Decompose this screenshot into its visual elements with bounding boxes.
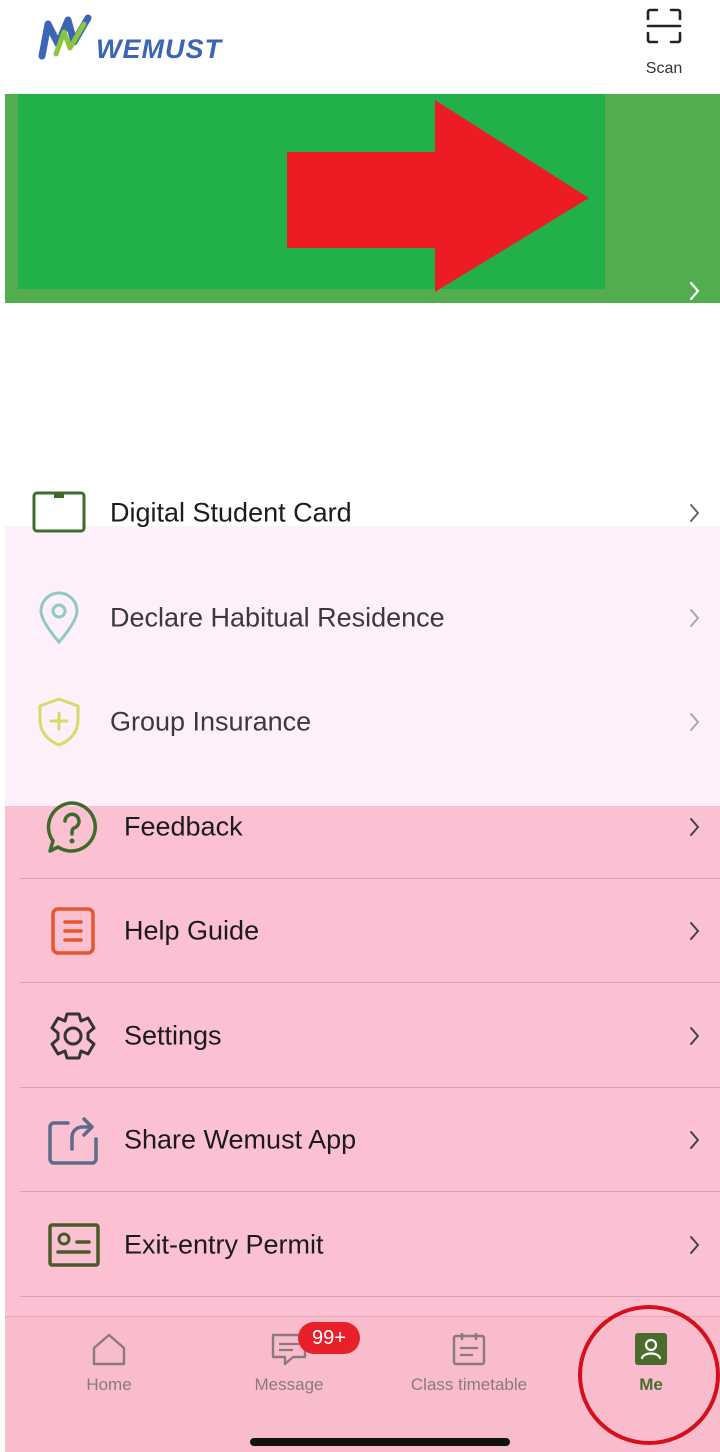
menu-item-label: Settings bbox=[124, 1020, 222, 1051]
chevron-right-icon bbox=[690, 922, 699, 940]
chevron-right-icon bbox=[690, 1236, 699, 1254]
tab-label: Message bbox=[254, 1375, 324, 1394]
gear-icon bbox=[50, 1012, 96, 1060]
menu-item-label: Help Guide bbox=[124, 915, 260, 946]
chevron-right-icon bbox=[690, 1131, 699, 1149]
profile-banner[interactable] bbox=[5, 94, 720, 303]
menu-item-digital-student-card[interactable]: Digital Student Card bbox=[0, 461, 720, 565]
wemust-logo: WEMUST bbox=[38, 14, 238, 66]
menu-divider bbox=[20, 1296, 720, 1297]
tab-label: Home bbox=[86, 1375, 132, 1394]
banner-chevron-icon bbox=[689, 281, 700, 301]
tab-class-timetable[interactable]: Class timetable bbox=[394, 1331, 544, 1395]
menu-item-declare-habitual-residence[interactable]: Declare Habitual Residence bbox=[0, 566, 720, 670]
share-icon bbox=[48, 1117, 98, 1165]
red-arrow-annotation-icon bbox=[287, 100, 589, 292]
menu-item-label: Digital Student Card bbox=[110, 497, 352, 528]
menu-item-exit-entry-permit[interactable]: Exit-entry Permit bbox=[0, 1193, 720, 1297]
home-indicator[interactable] bbox=[250, 1438, 510, 1446]
id-card-icon bbox=[48, 1223, 100, 1267]
menu-item-share-wemust-app[interactable]: Share Wemust App bbox=[0, 1088, 720, 1192]
menu-divider bbox=[20, 982, 720, 983]
logo-text: WEMUST bbox=[96, 34, 222, 64]
tab-home[interactable]: Home bbox=[34, 1331, 184, 1395]
menu-item-label: Exit-entry Permit bbox=[124, 1229, 324, 1260]
menu-item-feedback[interactable]: Feedback bbox=[0, 775, 720, 879]
student-card-icon bbox=[32, 491, 86, 533]
message-badge: 99+ bbox=[298, 1322, 360, 1354]
document-list-icon bbox=[51, 907, 95, 955]
menu-divider bbox=[20, 1191, 720, 1192]
location-pin-icon bbox=[39, 591, 79, 645]
menu-item-label: Group Insurance bbox=[110, 706, 312, 737]
chevron-right-icon bbox=[690, 713, 699, 731]
question-bubble-icon bbox=[46, 801, 97, 853]
chevron-right-icon bbox=[690, 609, 699, 627]
menu-item-label: Feedback bbox=[124, 811, 243, 842]
chevron-right-icon bbox=[690, 1027, 699, 1045]
red-circle-annotation bbox=[578, 1305, 720, 1445]
chevron-right-icon bbox=[690, 504, 699, 522]
menu-item-settings[interactable]: Settings bbox=[0, 984, 720, 1088]
shield-plus-icon bbox=[38, 697, 80, 747]
wemust-logo-mark-icon bbox=[38, 14, 92, 60]
home-icon bbox=[92, 1333, 126, 1366]
app-header: WEMUST Scan bbox=[0, 0, 720, 93]
menu-item-label: Declare Habitual Residence bbox=[110, 602, 445, 633]
tab-label: Class timetable bbox=[410, 1375, 528, 1394]
calendar-icon bbox=[452, 1333, 486, 1366]
scan-button[interactable]: Scan bbox=[636, 6, 692, 82]
menu-item-group-insurance[interactable]: Group Insurance bbox=[0, 670, 720, 774]
scan-label: Scan bbox=[645, 60, 683, 77]
menu-item-label: Share Wemust App bbox=[124, 1124, 357, 1155]
scan-icon bbox=[646, 8, 682, 44]
chevron-right-icon bbox=[690, 818, 699, 836]
menu-item-help-guide[interactable]: Help Guide bbox=[0, 879, 720, 983]
